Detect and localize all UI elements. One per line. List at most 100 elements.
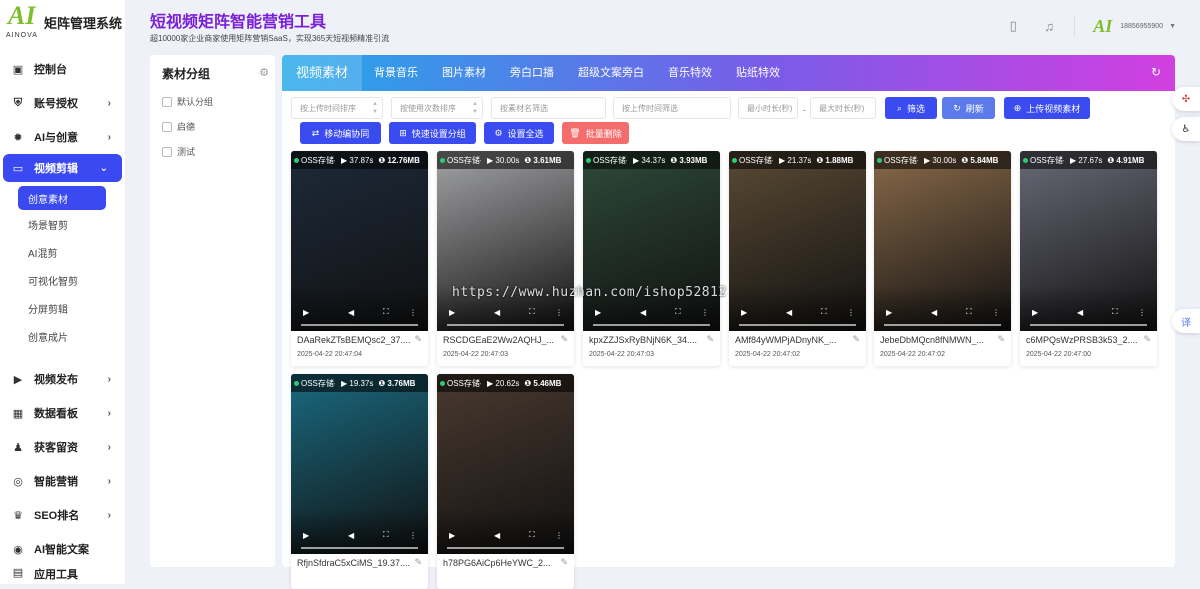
video-card[interactable]: OSS存储- ▶ 30.00s ❶ 3.61MB ▶ ◀ ⛶ ⋮ RSCDGEaE2Ww2AQ… xyxy=(437,151,574,366)
progress-bar[interactable] xyxy=(593,324,710,326)
nav-item-account[interactable]: ⛨ 账号授权 › xyxy=(0,86,125,120)
fullscreen-icon[interactable]: ⛶ xyxy=(675,307,681,317)
video-card[interactable]: OSS存储- ▶ 30.00s ❶ 5.84MB ▶ ◀ ⛶ ⋮ JebeDbMQcn8fNM… xyxy=(874,151,1011,366)
more-icon[interactable]: ⋮ xyxy=(555,531,563,540)
volume-icon[interactable]: ◀ xyxy=(494,308,500,317)
play-icon[interactable]: ▶ xyxy=(886,308,892,317)
play-icon[interactable]: ▶ xyxy=(595,308,601,317)
checkbox[interactable] xyxy=(162,146,172,157)
name-filter-input[interactable]: 按素材名筛选 xyxy=(491,97,606,119)
more-icon[interactable]: ⋮ xyxy=(701,308,709,317)
caret-down-icon[interactable]: ▼ xyxy=(1169,23,1176,30)
progress-bar[interactable] xyxy=(301,324,418,326)
progress-bar[interactable] xyxy=(301,547,418,549)
progress-bar[interactable] xyxy=(739,324,856,326)
nav-item-console[interactable]: ▣ 控制台 xyxy=(0,52,125,86)
volume-icon[interactable]: ◀ xyxy=(931,308,937,317)
tab-music-fx[interactable]: 音乐特效 xyxy=(656,55,724,91)
volume-icon[interactable]: ◀ xyxy=(786,308,792,317)
move-collab-button[interactable]: ⇄ 移动编协同 xyxy=(300,122,381,144)
subnav-visual-edit[interactable]: 可视化智剪 xyxy=(0,266,125,294)
fullscreen-icon[interactable]: ⛶ xyxy=(821,307,827,317)
edit-icon[interactable]: ✎ xyxy=(414,334,422,345)
nav-item-tools[interactable]: ▤ 应用工具 xyxy=(0,566,125,581)
upload-time-sort-select[interactable]: 按上传时间排序 ▲ ▼ xyxy=(291,97,383,119)
play-icon[interactable]: ▶ xyxy=(303,308,309,317)
quick-group-button[interactable]: ⊞ 快速设置分组 xyxy=(389,122,476,144)
nav-item-seo[interactable]: ♛ SEO排名 › xyxy=(0,498,125,532)
avatar[interactable]: AI xyxy=(1093,16,1112,37)
edit-icon[interactable]: ✎ xyxy=(852,334,860,345)
batch-delete-button[interactable]: 🗑 批量删除 xyxy=(562,122,629,144)
video-card[interactable]: OSS存储- ▶ 19.37s ❶ 3.76MB ▶ ◀ ⛶ ⋮ RfjnSfdraC5xCi… xyxy=(291,374,428,589)
checkbox[interactable] xyxy=(162,121,172,132)
volume-icon[interactable]: ◀ xyxy=(1077,308,1083,317)
min-duration-input[interactable]: 最小时长(秒) xyxy=(738,97,798,119)
fullscreen-icon[interactable]: ⛶ xyxy=(529,530,535,540)
refresh-icon[interactable]: ↻ xyxy=(1151,65,1161,79)
accessibility-icon[interactable]: ♿ xyxy=(1172,117,1200,141)
group-item[interactable]: 测试 xyxy=(162,145,195,158)
edit-icon[interactable]: ✎ xyxy=(997,334,1005,345)
video-card[interactable]: OSS存储- ▶ 21.37s ❶ 1.88MB ▶ ◀ ⛶ ⋮ AMf84yWMPjADny… xyxy=(729,151,866,366)
video-card[interactable]: OSS存储- ▶ 27.67s ❶ 4.91MB ▶ ◀ ⛶ ⋮ c6MPQsWzPRSB3k… xyxy=(1020,151,1157,366)
subnav-ai-mix[interactable]: AI混剪 xyxy=(0,238,125,266)
video-card[interactable]: OSS存储- ▶ 34.37s ❶ 3.93MB ▶ ◀ ⛶ ⋮ kpxZZJSxRyBNjN… xyxy=(583,151,720,366)
tab-narration[interactable]: 旁白口播 xyxy=(498,55,566,91)
subnav-creative-output[interactable]: 创意成片 xyxy=(0,322,125,350)
progress-bar[interactable] xyxy=(447,324,564,326)
more-icon[interactable]: ⋮ xyxy=(992,308,1000,317)
volume-icon[interactable]: ◀ xyxy=(348,308,354,317)
checkbox[interactable] xyxy=(162,96,172,107)
fullscreen-icon[interactable]: ⛶ xyxy=(529,307,535,317)
user-phone[interactable]: 18856955900 xyxy=(1120,23,1163,30)
subnav-creative-material[interactable]: 创意素材 xyxy=(18,186,106,210)
more-icon[interactable]: ⋮ xyxy=(409,531,417,540)
more-icon[interactable]: ⋮ xyxy=(1138,308,1146,317)
more-icon[interactable]: ⋮ xyxy=(409,308,417,317)
nav-item-video-edit[interactable]: ▭ 视频剪辑 ⌄ xyxy=(3,154,122,182)
tab-bgm[interactable]: 背景音乐 xyxy=(362,55,430,91)
video-card[interactable]: OSS存储- ▶ 37.87s ❶ 12.76MB ▶ ◀ ⛶ ⋮ DAaRekZTsBEMQ… xyxy=(291,151,428,366)
bell-icon[interactable]: ♫ xyxy=(1042,19,1056,34)
nav-item-video-publish[interactable]: ▶ 视频发布 › xyxy=(0,362,125,396)
edit-icon[interactable]: ✎ xyxy=(706,334,714,345)
upload-time-filter-input[interactable]: 按上传时间筛选 xyxy=(613,97,731,119)
edit-icon[interactable]: ✎ xyxy=(560,334,568,345)
translate-icon[interactable]: 译 xyxy=(1172,309,1200,333)
fullscreen-icon[interactable]: ⛶ xyxy=(966,307,972,317)
nav-item-marketing[interactable]: ◎ 智能营销 › xyxy=(0,464,125,498)
filter-button[interactable]: ⌕ 筛选 xyxy=(885,97,937,119)
group-item[interactable]: 启德 xyxy=(162,120,195,133)
tab-sticker-fx[interactable]: 贴纸特效 xyxy=(724,55,792,91)
nav-item-leads[interactable]: ♟ 获客留资 › xyxy=(0,430,125,464)
use-count-sort-select[interactable]: 按使用次数排序 ▲ ▼ xyxy=(391,97,483,119)
nav-item-dashboard[interactable]: ▦ 数据看板 › xyxy=(0,396,125,430)
edit-icon[interactable]: ✎ xyxy=(560,557,568,568)
logo-icon[interactable]: ✣ xyxy=(1172,87,1200,111)
upload-video-button[interactable]: ⊕ 上传视频素材 xyxy=(1004,97,1090,119)
tab-image[interactable]: 图片素材 xyxy=(430,55,498,91)
nav-item-ai[interactable]: ✹ AI与创意 › xyxy=(0,120,125,154)
fullscreen-icon[interactable]: ⛶ xyxy=(1112,307,1118,317)
volume-icon[interactable]: ◀ xyxy=(348,531,354,540)
subnav-split-edit[interactable]: 分屏剪辑 xyxy=(0,294,125,322)
edit-icon[interactable]: ✎ xyxy=(414,557,422,568)
group-item[interactable]: 默认分组 xyxy=(162,95,213,108)
progress-bar[interactable] xyxy=(884,324,1001,326)
video-card[interactable]: OSS存储- ▶ 20.62s ❶ 5.46MB ▶ ◀ ⛶ ⋮ h78PG6AiCp6HeY… xyxy=(437,374,574,589)
progress-bar[interactable] xyxy=(447,547,564,549)
select-all-button[interactable]: ⚙ 设置全选 xyxy=(484,122,554,144)
play-icon[interactable]: ▶ xyxy=(303,531,309,540)
refresh-button[interactable]: ↻ 刷新 xyxy=(942,97,995,119)
gear-icon[interactable]: ⚙ xyxy=(259,66,269,79)
play-icon[interactable]: ▶ xyxy=(449,308,455,317)
volume-icon[interactable]: ◀ xyxy=(640,308,646,317)
volume-icon[interactable]: ◀ xyxy=(494,531,500,540)
tab-super-copy[interactable]: 超级文案旁白 xyxy=(566,55,656,91)
tab-video[interactable]: 视频素材 xyxy=(282,55,363,91)
edit-icon[interactable]: ✎ xyxy=(1143,334,1151,345)
subnav-scene-edit[interactable]: 场景智剪 xyxy=(0,210,125,238)
play-icon[interactable]: ▶ xyxy=(449,531,455,540)
nav-item-ai-copy[interactable]: ◉ AI智能文案 xyxy=(0,532,125,566)
